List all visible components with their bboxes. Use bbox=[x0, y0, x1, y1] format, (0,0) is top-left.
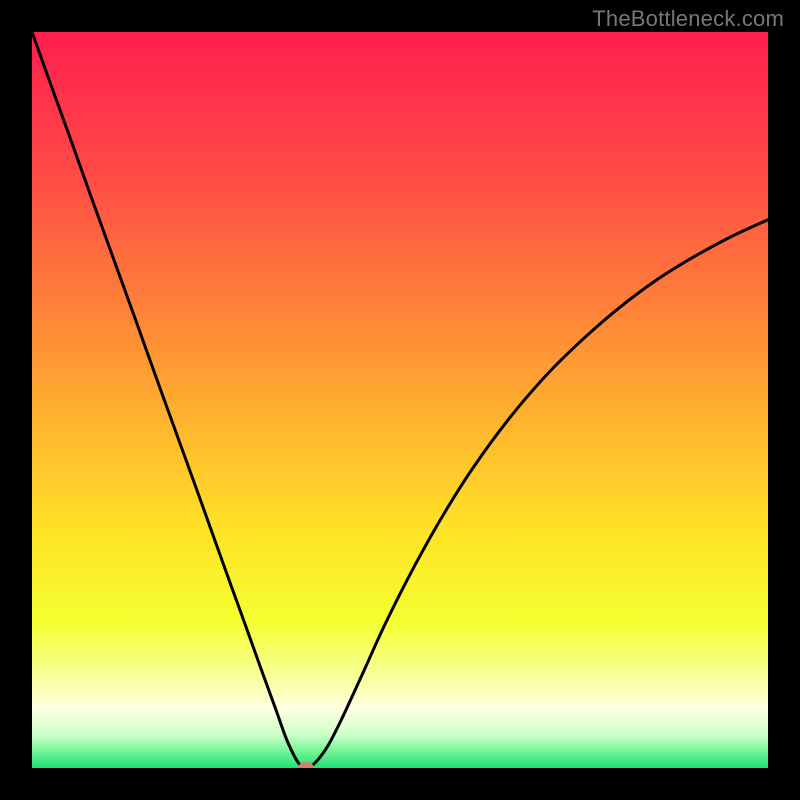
plot-area bbox=[32, 32, 768, 768]
chart-frame: TheBottleneck.com bbox=[0, 0, 800, 800]
watermark-text: TheBottleneck.com bbox=[592, 6, 784, 32]
bottleneck-curve bbox=[32, 32, 768, 768]
minimum-marker bbox=[298, 762, 314, 768]
